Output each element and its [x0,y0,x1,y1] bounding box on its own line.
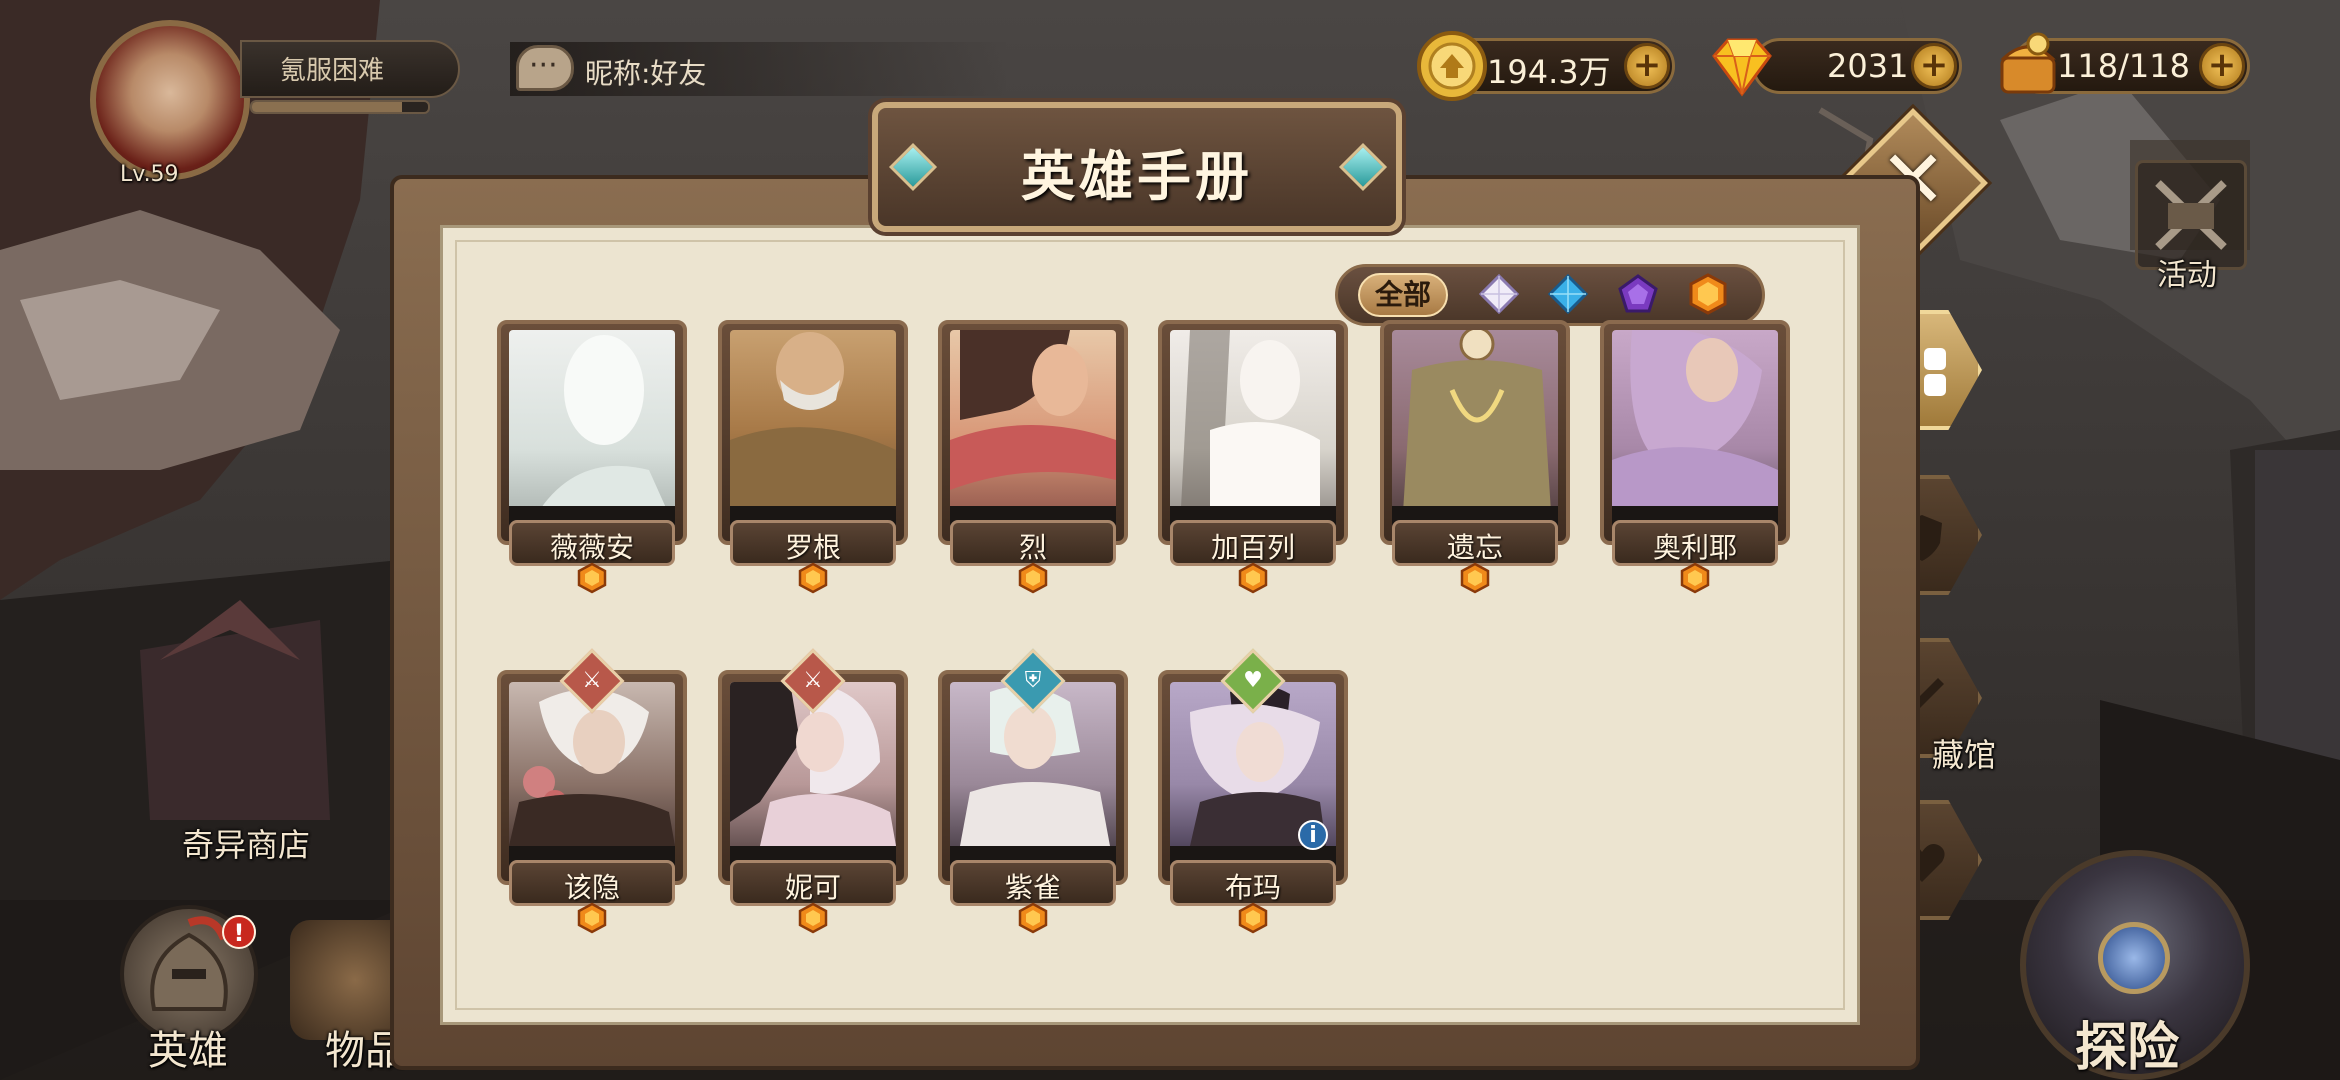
hero-name: 紫雀 [1004,871,1061,904]
strange-shop-label[interactable]: 奇异商店 [182,820,310,866]
stamina-icon [2000,32,2056,94]
sword-icon: ⚔ [803,668,823,693]
hero-name: 妮可 [784,871,841,904]
hero-card[interactable]: ⛨ 紫雀 [938,648,1128,934]
orange-hexagon-icon [1460,562,1490,594]
hero-card[interactable]: 烈 [938,320,1128,594]
hero-card[interactable]: 罗根 [718,320,908,594]
hero-card[interactable]: 加百列 [1158,320,1348,594]
hero-name: 该隐 [563,871,620,904]
hero-portrait [950,330,1116,528]
panel-title: 英雄手册 [1021,145,1253,208]
chat-bubble-icon[interactable] [516,45,574,91]
hero-name: 布玛 [1224,871,1281,904]
sword-icon: ⚔ [582,668,602,693]
cyan-diamond-icon[interactable] [1546,272,1590,316]
shield-icon: ⛨ [1024,668,1042,693]
info-icon[interactable]: i [1298,820,1328,850]
hero-card[interactable]: ⚔ 该隐 [497,648,687,934]
orange-hexagon-icon [1018,902,1048,934]
orange-hexagon-icon [577,902,607,934]
hero-name: 烈 [1018,531,1047,564]
rank-progress [250,100,430,114]
explore-label[interactable]: 探险 [2075,1005,2179,1080]
gem-value: 2031 [1827,47,1909,85]
hero-alert-badge: ! [222,915,256,949]
hero-portrait [1170,330,1336,528]
orange-hexagon-icon [798,562,828,594]
chat-text: 昵称:好友 [585,57,707,90]
hero-card[interactable]: 薇薇安 [497,320,687,594]
compass-icon [2098,922,2170,994]
orange-hexagon-icon [1238,562,1268,594]
player-level: Lv.59 [120,162,179,187]
museum-label: 藏馆 [1932,736,1997,774]
orange-hexagon-icon [798,902,828,934]
hero-portrait [1392,330,1558,528]
activity-label: 活动 [2157,258,2217,293]
rank-progress-fill [252,102,402,112]
add-gems-button[interactable]: + [1911,43,1957,89]
heart-icon: ♥ [1243,668,1263,693]
gold-value: 194.3万 [1487,53,1611,91]
hero-name: 薇薇安 [549,531,634,564]
hero-name: 加百列 [1210,531,1295,564]
add-stamina-button[interactable]: + [2199,43,2245,89]
gem-icon [1712,38,1772,97]
hero-portrait [509,330,675,528]
gold-coin-icon [1417,31,1487,101]
hero-portrait [1612,330,1778,528]
orange-hexagon-icon[interactable] [1686,272,1730,316]
hero-name: 罗根 [784,531,841,564]
hero-name: 奥利耶 [1652,531,1737,564]
hero-card[interactable]: 遗忘 [1380,320,1570,594]
purple-pentagon-icon[interactable] [1616,272,1660,316]
stamina-value: 118/118 [2057,47,2190,85]
orange-hexagon-icon [1680,562,1710,594]
gem-counter: 2031 + [1752,38,1962,94]
player-avatar[interactable] [90,20,250,180]
hero-card[interactable]: ♥ i 布玛 [1158,648,1348,934]
white-diamond-icon[interactable] [1477,272,1521,316]
orange-hexagon-icon [1018,562,1048,594]
orange-hexagon-icon [577,562,607,594]
rank-name: 氪服困难 [280,56,385,86]
hero-nav-label[interactable]: 英雄 [148,1018,228,1076]
hero-card[interactable]: 奥利耶 [1600,320,1790,594]
hero-name: 遗忘 [1446,531,1503,564]
orange-hexagon-icon [1238,902,1268,934]
add-gold-button[interactable]: + [1624,43,1670,89]
filter-all-button[interactable]: 全部 [1358,273,1448,317]
hero-card[interactable]: ⚔ 妮可 [718,648,908,934]
hero-portrait [730,330,896,528]
